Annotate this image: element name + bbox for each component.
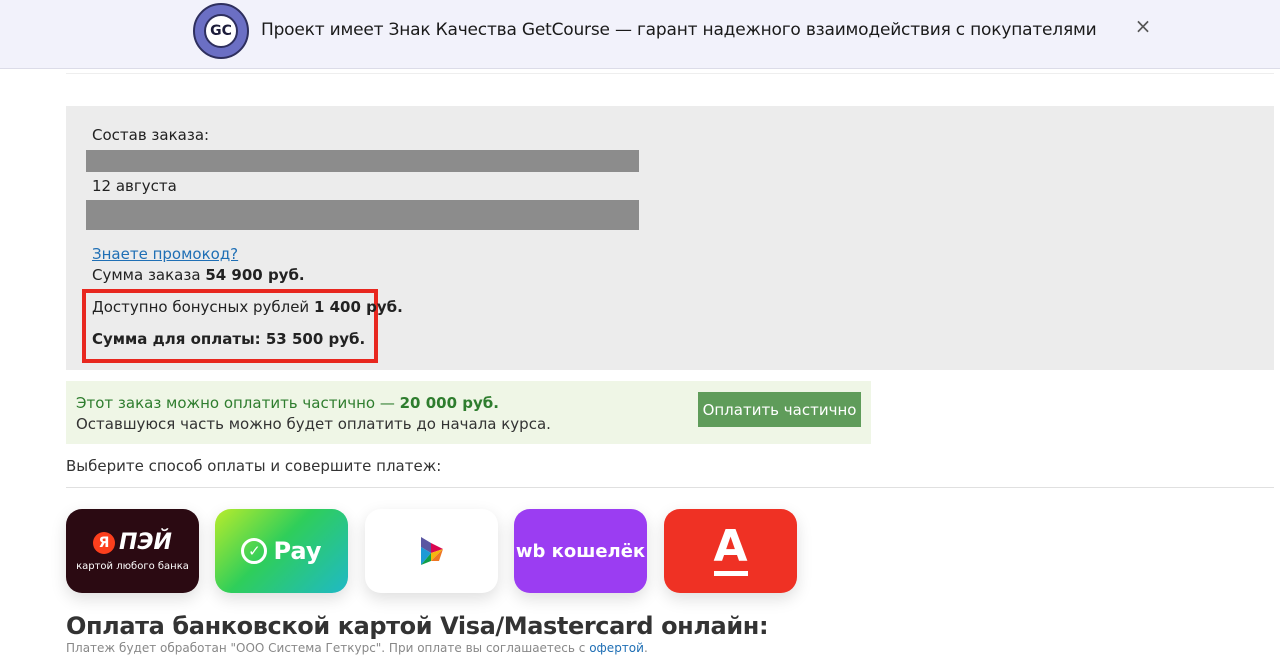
alfa-bank-button[interactable]: А (664, 509, 797, 593)
wb-wallet-button[interactable]: wb кошелёк (514, 509, 647, 593)
sbp-logo-icon (420, 537, 443, 565)
order-sum-value: 54 900 руб. (205, 266, 305, 284)
partial-info: Этот заказ можно оплатить частично — 20 … (76, 394, 499, 412)
yandex-pay-sub: картой любого банка (76, 561, 189, 572)
sber-pay-button[interactable]: ✓ Pay (215, 509, 348, 593)
yandex-logo-icon: Я (93, 531, 115, 554)
order-date: 12 августа (92, 177, 177, 195)
bonus-value: 1 400 руб. (313, 298, 403, 316)
divider (66, 487, 1274, 488)
banner-text: Проект имеет Знак Качества GetCourse — г… (261, 20, 1097, 40)
order-sum-label: Сумма заказа (92, 266, 206, 284)
sbp-button[interactable] (365, 509, 498, 593)
card-payment-note: Платеж будет обработан "ООО Система Гетк… (66, 641, 648, 655)
quality-banner: GC Проект имеет Знак Качества GetCourse … (0, 0, 1280, 69)
partial-payment-box: Этот заказ можно оплатить частично — 20 … (66, 381, 871, 444)
alfa-logo-icon: А (713, 520, 748, 572)
alfa-logo-bar (713, 570, 748, 576)
order-sum: Сумма заказа 54 900 руб. (92, 266, 305, 284)
order-title: Состав заказа: (92, 126, 210, 144)
close-icon[interactable]: × (1134, 14, 1152, 38)
amount-to-pay: Сумма для оплаты: 53 500 руб. (92, 330, 366, 348)
bonus-available: Доступно бонусных рублей 1 400 руб. (92, 298, 403, 316)
bonus-label: Доступно бонусных рублей (92, 298, 314, 316)
promo-code-link[interactable]: Знаете промокод? (92, 245, 238, 263)
payment-method-heading: Выберите способ оплаты и совершите плате… (66, 457, 442, 475)
offer-link[interactable]: офертой (589, 641, 644, 655)
partial-remaining-note: Оставшуюся часть можно будет оплатить до… (76, 415, 551, 433)
redacted-item-1 (86, 150, 639, 172)
pay-partially-button[interactable]: Оплатить частично (698, 392, 861, 427)
partial-info-label: Этот заказ можно оплатить частично — (76, 394, 400, 412)
yandex-pay-button[interactable]: Я ПЭЙ картой любого банка (66, 509, 199, 593)
sber-check-icon: ✓ (241, 538, 268, 564)
card-payment-title: Оплата банковской картой Visa/Mastercard… (66, 612, 769, 640)
gc-logo: GC (204, 14, 238, 48)
wb-wallet-label: wb кошелёк (515, 540, 646, 562)
card-note-text: Платеж будет обработан "ООО Система Гетк… (66, 641, 590, 655)
partial-amount: 20 000 руб. (399, 394, 499, 412)
divider (66, 73, 1274, 74)
getcourse-quality-badge: GC (193, 3, 249, 59)
order-summary: Состав заказа: 12 августа Знаете промоко… (66, 106, 1274, 370)
card-note-suffix: . (643, 641, 648, 655)
yandex-pay-label: ПЭЙ (119, 530, 172, 555)
sber-pay-label: Pay (273, 537, 322, 565)
redacted-item-2 (86, 200, 639, 230)
